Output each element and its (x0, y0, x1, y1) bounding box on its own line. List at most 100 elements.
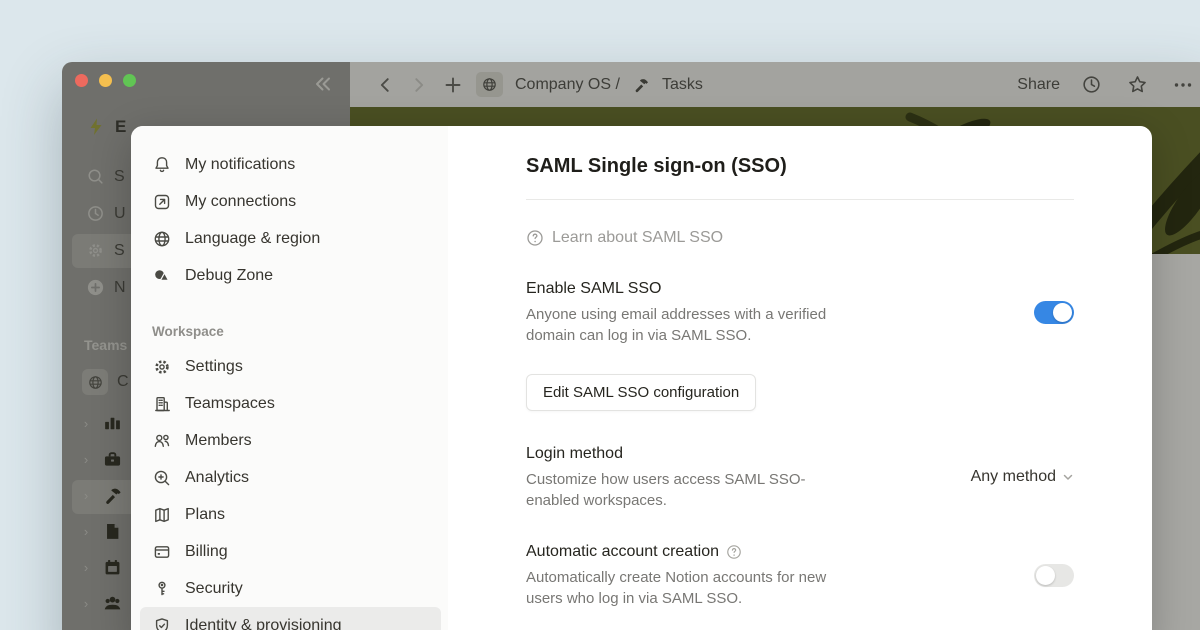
shapes-icon (152, 266, 172, 286)
favorite-star-icon[interactable] (1126, 74, 1148, 96)
settings-nav-debug-zone[interactable]: Debug Zone (140, 257, 441, 294)
sidebar-page-people[interactable]: › (79, 593, 123, 614)
edit-saml-configuration-button[interactable]: Edit SAML SSO configuration (526, 374, 756, 411)
settings-nav-my-connections[interactable]: My connections (140, 183, 441, 220)
page-title: SAML Single sign-on (SSO) (526, 152, 1074, 180)
new-tab-icon[interactable] (442, 74, 464, 96)
nav-label: Billing (185, 543, 228, 561)
lightning-icon (86, 117, 106, 137)
sidebar-item-teamspace[interactable]: C (82, 369, 129, 395)
desktop: E S U (0, 0, 1200, 630)
connections-icon (152, 192, 172, 212)
learn-about-saml-link[interactable]: Learn about SAML SSO (526, 228, 1074, 248)
login-method-description: Customize how users access SAML SSO-enab… (526, 469, 831, 511)
settings-nav-teamspaces[interactable]: Teamspaces (140, 385, 441, 422)
enable-saml-label: Enable SAML SSO (526, 278, 831, 300)
toggle-knob (1036, 566, 1055, 585)
zoom-window-button[interactable] (123, 74, 136, 87)
help-circle-icon (526, 229, 544, 247)
workspace-section-header: Workspace (131, 318, 448, 344)
settings-nav-security[interactable]: Security (140, 570, 441, 607)
settings-sidebar: My notifications My connections Language… (131, 126, 448, 630)
minimize-window-button[interactable] (99, 74, 112, 87)
sidebar-page-calendar[interactable]: › (79, 557, 123, 578)
settings-nav-billing[interactable]: Billing (140, 533, 441, 570)
workspace-switcher[interactable]: E (86, 117, 126, 137)
login-method-dropdown[interactable]: Any method (971, 468, 1074, 486)
sidebar-item-search[interactable]: S (86, 167, 125, 186)
settings-nav-settings[interactable]: Settings (140, 348, 441, 385)
nav-label: Members (185, 432, 252, 450)
clock-icon (86, 204, 105, 223)
nav-label: My notifications (185, 156, 295, 174)
back-icon[interactable] (374, 74, 396, 96)
chevron-down-icon (1062, 471, 1074, 483)
breadcrumb-workspace-icon-chip[interactable] (476, 72, 503, 97)
chevron-right-icon[interactable]: › (79, 524, 93, 539)
sidebar-item-updates[interactable]: U (86, 204, 126, 223)
history-clock-icon[interactable] (1080, 74, 1102, 96)
shield-check-icon (152, 616, 172, 630)
close-window-button[interactable] (75, 74, 88, 87)
settings-nav-language-region[interactable]: Language & region (140, 220, 441, 257)
workspace-name-truncated: E (115, 117, 126, 137)
more-options-icon[interactable] (1172, 74, 1194, 96)
settings-nav-my-notifications[interactable]: My notifications (140, 146, 441, 183)
settings-nav-members[interactable]: Members (140, 422, 441, 459)
breadcrumb-page[interactable]: Tasks (662, 76, 703, 94)
settings-nav-analytics[interactable]: Analytics (140, 459, 441, 496)
chevron-right-icon[interactable]: › (79, 452, 93, 467)
search-icon (86, 167, 105, 186)
sidebar-item-new-page[interactable]: N (86, 278, 126, 297)
sidebar-page-docs[interactable]: › (79, 521, 123, 542)
nav-label: Settings (185, 358, 243, 376)
divider (526, 199, 1074, 200)
hammer-icon (102, 485, 123, 506)
nav-label: Teamspaces (185, 395, 275, 413)
globe-icon (87, 374, 104, 391)
chevron-right-icon[interactable]: › (79, 488, 93, 503)
auto-account-toggle[interactable] (1034, 564, 1074, 587)
key-icon (152, 579, 172, 599)
sidebar-item-settings[interactable]: S (86, 241, 125, 260)
enable-saml-toggle[interactable] (1034, 301, 1074, 324)
chevron-right-icon[interactable]: › (79, 596, 93, 611)
settings-nav-plans[interactable]: Plans (140, 496, 441, 533)
login-method-label: Login method (526, 443, 831, 465)
page-icon (102, 521, 123, 542)
sidebar-collapse-icon[interactable] (312, 73, 334, 95)
globe-icon (152, 229, 172, 249)
help-circle-icon[interactable] (726, 544, 742, 560)
bell-icon (152, 155, 172, 175)
nav-label: My connections (185, 193, 296, 211)
learn-link-label: Learn about SAML SSO (552, 229, 723, 247)
credit-card-icon (152, 542, 172, 562)
sidebar-page-tasks[interactable]: › (79, 485, 123, 506)
nav-label: Debug Zone (185, 267, 273, 285)
auto-account-label: Automatic account creation (526, 541, 831, 563)
window-controls (75, 74, 136, 87)
sidebar-page-analytics[interactable]: › (79, 413, 123, 434)
calendar-icon (102, 557, 123, 578)
analytics-icon (152, 468, 172, 488)
share-button[interactable]: Share (1017, 76, 1060, 94)
settings-nav-identity-provisioning[interactable]: Identity & provisioning (140, 607, 441, 630)
nav-label: Plans (185, 506, 225, 524)
sidebar-page-toolbox[interactable]: › (79, 449, 123, 470)
breadcrumb-workspace[interactable]: Company OS / (515, 76, 620, 94)
toggle-knob (1053, 303, 1072, 322)
bar-chart-icon (102, 413, 123, 434)
sidebar-label-truncated: U (114, 205, 126, 223)
sidebar-label-truncated: S (114, 242, 125, 260)
settings-content: SAML Single sign-on (SSO) Learn about SA… (448, 126, 1152, 630)
nav-label: Identity & provisioning (185, 617, 342, 630)
chevron-right-icon[interactable]: › (79, 560, 93, 575)
sidebar-label-truncated: N (114, 279, 126, 297)
building-icon (152, 394, 172, 414)
chevron-right-icon[interactable]: › (79, 416, 93, 431)
nav-label: Language & region (185, 230, 320, 248)
globe-icon (481, 76, 498, 93)
sidebar-label-truncated: C (117, 373, 129, 391)
forward-icon[interactable] (408, 74, 430, 96)
enable-saml-sso-row: Enable SAML SSO Anyone using email addre… (526, 278, 1074, 346)
